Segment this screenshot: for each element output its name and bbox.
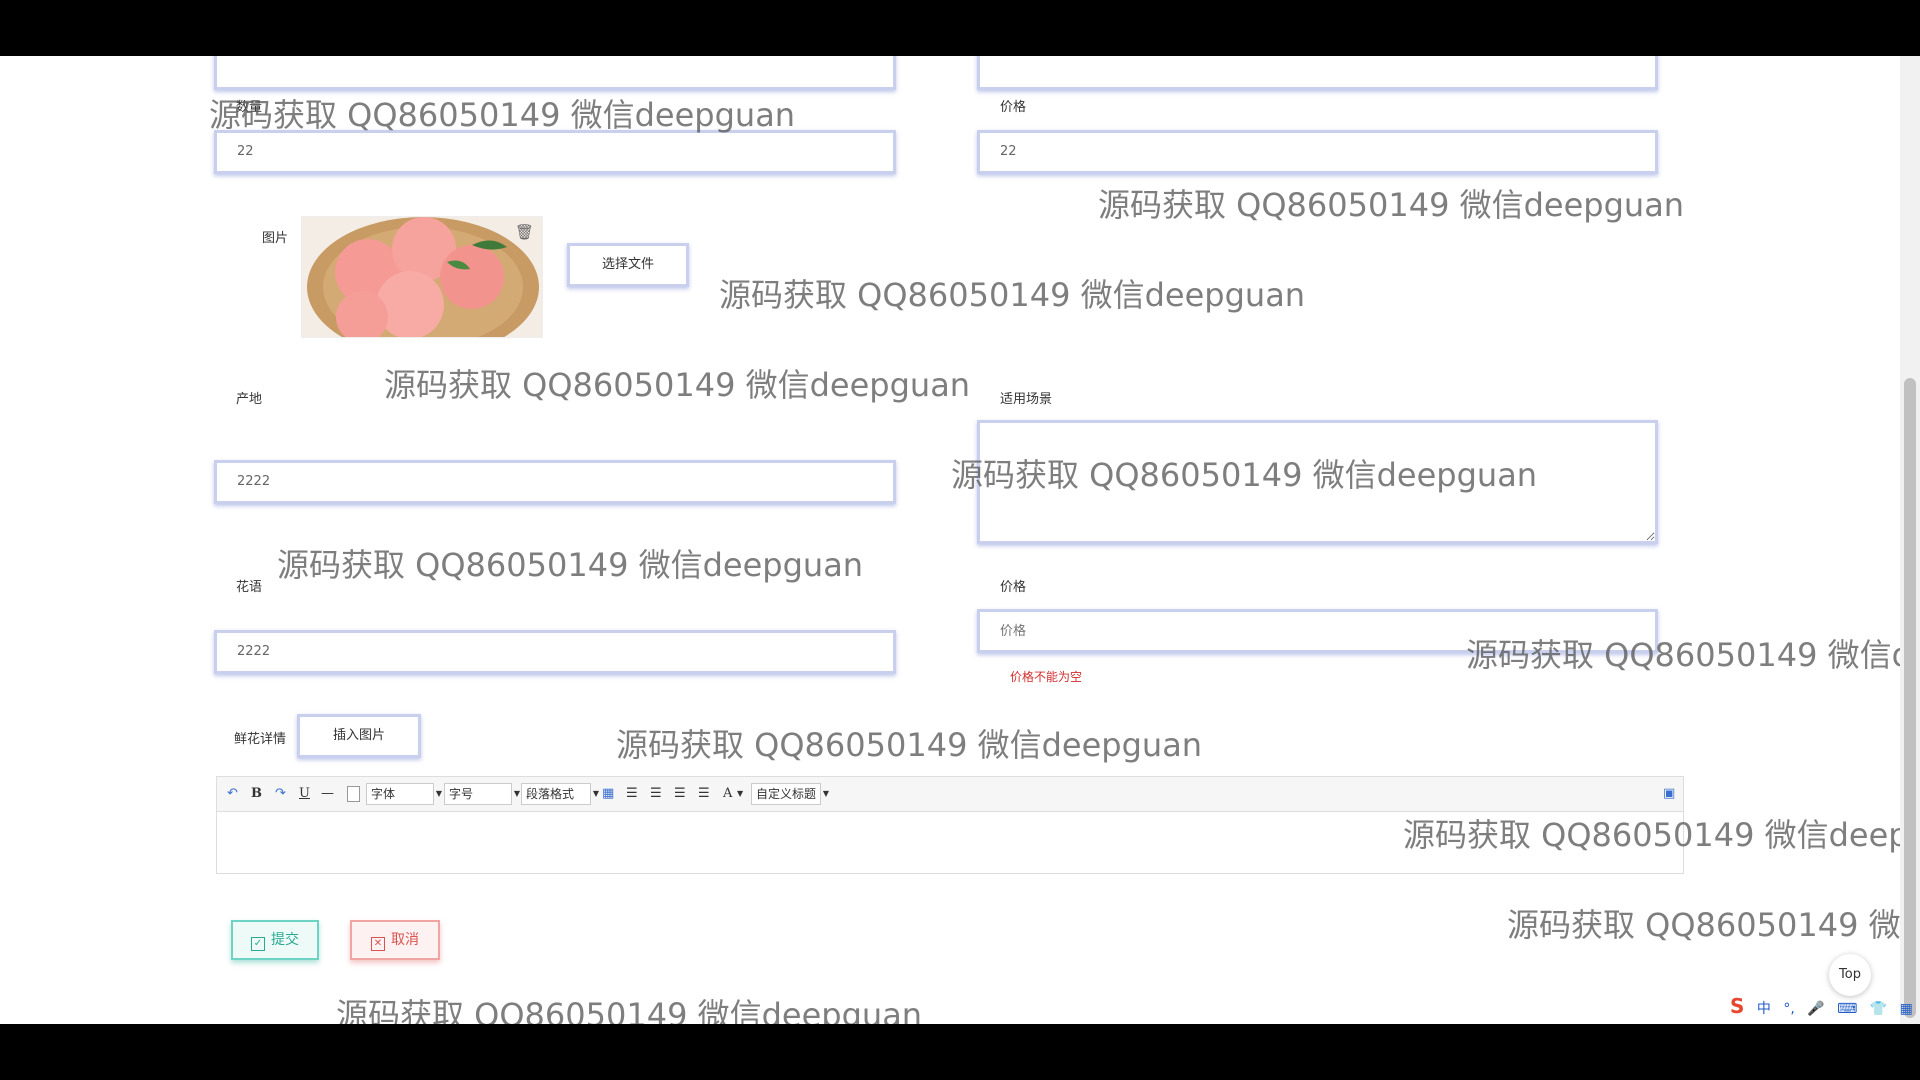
- skin-icon[interactable]: 👕: [1870, 1001, 1887, 1017]
- custom-title-select-value: 自定义标题: [756, 787, 817, 801]
- peach-image: [302, 217, 542, 337]
- submit-button[interactable]: ✓ 提交: [231, 920, 319, 960]
- watermark: 源码获取 QQ86050149 微信deepguan: [277, 546, 864, 584]
- cancel-label: 取消: [391, 931, 419, 947]
- ime-language[interactable]: 中: [1757, 1001, 1771, 1017]
- size-select[interactable]: 字号 ▼: [444, 783, 520, 805]
- chevron-down-icon: ▼: [513, 789, 520, 798]
- quantity-input[interactable]: 22: [214, 130, 896, 174]
- custom-title-select[interactable]: 自定义标题 ▼: [751, 783, 829, 805]
- delete-image-icon[interactable]: 🗑: [515, 223, 534, 241]
- insert-image-button[interactable]: 插入图片: [297, 714, 421, 758]
- align-center-icon[interactable]: ☰: [674, 785, 686, 803]
- microphone-icon[interactable]: 🎤: [1807, 1001, 1824, 1017]
- paragraph-select-value: 段落格式: [526, 787, 575, 801]
- close-icon: ✕: [371, 937, 385, 951]
- detail-label: 鲜花详情: [234, 732, 287, 747]
- chevron-down-icon: ▼: [822, 789, 829, 798]
- scrollbar-thumb[interactable]: [1904, 378, 1916, 1018]
- price-input[interactable]: 22: [977, 130, 1658, 174]
- clipped-field-right[interactable]: [977, 56, 1658, 90]
- bold-button[interactable]: B: [251, 785, 262, 803]
- scenario-textarea[interactable]: [977, 420, 1658, 544]
- size-select-value: 字号: [449, 787, 474, 801]
- origin-label: 产地: [236, 392, 263, 407]
- scenario-label: 适用场景: [1000, 392, 1053, 407]
- table-icon[interactable]: ▦: [602, 785, 614, 803]
- underline-button[interactable]: U: [299, 785, 310, 803]
- paste-icon[interactable]: [347, 786, 360, 802]
- horizontal-rule-button[interactable]: —: [321, 785, 334, 803]
- align-right-icon[interactable]: ☰: [650, 785, 662, 803]
- price2-error: 价格不能为空: [1010, 670, 1083, 684]
- sogou-logo-icon: S: [1730, 994, 1745, 1018]
- watermark: 源码获取 QQ86050149 微信deepguan: [1098, 186, 1685, 224]
- watermark: 源码获取 QQ86050149 微信deepguan: [1507, 906, 1920, 944]
- font-select-value: 字体: [371, 787, 396, 801]
- back-to-top-button[interactable]: Top: [1829, 954, 1871, 996]
- watermark: 源码获取 QQ86050149 微信deepguan: [336, 996, 923, 1024]
- fullscreen-icon[interactable]: ▣: [1663, 785, 1675, 803]
- choose-file-button[interactable]: 选择文件: [567, 243, 689, 287]
- rich-text-editor[interactable]: ↶ B ↷ U — 字体 ▼ 字号 ▼ 段落格式 ▼ ▦ ☰ ☰ ☰ ☰ A ▼ 自定…: [216, 776, 1684, 874]
- watermark: 源码获取 QQ86050149 微信deepguan: [719, 276, 1306, 314]
- watermark: 源码获取 QQ86050149 微信deepguan: [616, 726, 1203, 764]
- vertical-scrollbar[interactable]: [1900, 56, 1920, 1024]
- app-viewport: 数量 22 价格 22 图片 🗑 选择文件 产地 2222 适用场景 花语 22…: [0, 56, 1920, 1024]
- cancel-button[interactable]: ✕ 取消: [350, 920, 440, 960]
- image-label: 图片: [262, 231, 289, 246]
- undo-icon[interactable]: ↶: [227, 785, 238, 803]
- editor-toolbar: ↶ B ↷ U — 字体 ▼ 字号 ▼ 段落格式 ▼ ▦ ☰ ☰ ☰ ☰ A ▼ 自定…: [217, 777, 1683, 812]
- paragraph-select[interactable]: 段落格式 ▼: [521, 783, 599, 805]
- flower-language-input[interactable]: 2222: [214, 630, 896, 674]
- chevron-down-icon: ▼: [435, 789, 442, 798]
- price-label: 价格: [1000, 100, 1027, 115]
- justify-icon[interactable]: ☰: [698, 785, 710, 803]
- align-left-icon[interactable]: ☰: [626, 785, 638, 803]
- keyboard-icon[interactable]: ⌨: [1837, 1001, 1857, 1017]
- flower-language-label: 花语: [236, 580, 263, 595]
- grid-icon[interactable]: ▦: [1900, 1001, 1913, 1017]
- redo-icon[interactable]: ↷: [275, 785, 286, 803]
- font-color-button[interactable]: A: [723, 785, 732, 803]
- origin-input[interactable]: 2222: [214, 460, 896, 504]
- price2-input[interactable]: [977, 609, 1658, 653]
- chevron-down-icon: ▼: [592, 789, 599, 798]
- chevron-down-icon[interactable]: ▼: [737, 785, 743, 803]
- price2-label: 价格: [1000, 580, 1027, 595]
- font-select[interactable]: 字体 ▼: [366, 783, 442, 805]
- check-icon: ✓: [251, 937, 265, 951]
- product-image: 🗑: [301, 216, 543, 338]
- ime-toolbar[interactable]: S 中 °, 🎤 ⌨ 👕 ▦: [1730, 994, 1920, 1024]
- submit-label: 提交: [271, 931, 299, 947]
- clipped-field-left[interactable]: [214, 56, 896, 90]
- quantity-label: 数量: [236, 100, 263, 115]
- watermark: 源码获取 QQ86050149 微信deepguan: [384, 366, 971, 404]
- ime-punct-icon[interactable]: °,: [1783, 1001, 1794, 1017]
